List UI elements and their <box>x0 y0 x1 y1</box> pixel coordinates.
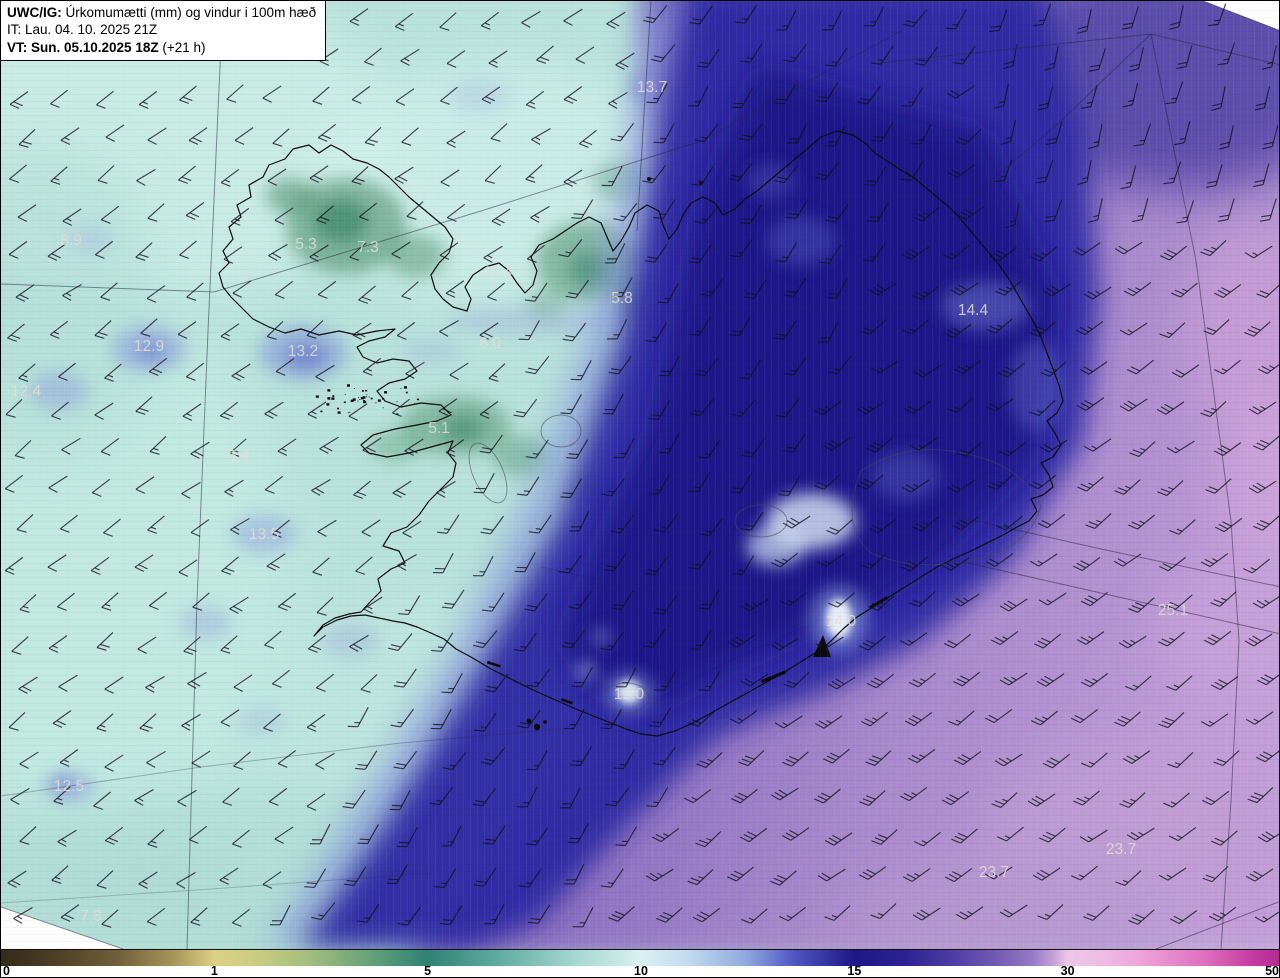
valid-time-main: VT: Sun. 05.10.2025 18Z <box>7 39 159 55</box>
precip-value: 11.4 <box>483 264 512 281</box>
colorbar-tick: 30 <box>1060 964 1075 978</box>
precip-colorbar: 0 1 5 10 15 30 50 <box>1 949 1279 978</box>
precip-value: 12.4 <box>11 383 42 400</box>
colorbar-tick: 50 <box>1265 964 1279 978</box>
precip-value: 23.7 <box>1106 841 1136 858</box>
map-area: 13.7 8.9 5.3 7.3 11.4 5.8 14.4 12.9 13.2 6.0 12.4 5… <box>1 1 1279 949</box>
precip-value: 12.0 <box>614 686 645 703</box>
precip-value: 25.1 <box>1158 602 1188 619</box>
model-id: UWC/IG: <box>7 5 62 20</box>
valid-time: VT: Sun. 05.10.2025 18Z (+21 h) <box>7 39 316 56</box>
precip-value: 5.3 <box>295 236 317 253</box>
precipitation-wind-map: 13.7 8.9 5.3 7.3 11.4 5.8 14.4 12.9 13.2 6.0 12.4 5… <box>1 1 1279 949</box>
precip-value: 6.0 <box>479 335 501 352</box>
title-box: UWC/IG: Úrkomumætti (mm) og vindur i 100… <box>1 1 327 61</box>
colorbar-tick: 5 <box>424 964 432 978</box>
chart-subtitle: Úrkomumætti (mm) og vindur i 100m hæð <box>65 5 317 20</box>
precip-value: 13.2 <box>288 343 318 360</box>
precip-value: 23.7 <box>979 864 1009 881</box>
precip-value: 13.5 <box>249 526 279 543</box>
colorbar-tick: 1 <box>210 964 218 978</box>
precip-value: 7.3 <box>357 239 379 256</box>
weather-chart: 13.7 8.9 5.3 7.3 11.4 5.8 14.4 12.9 13.2 6.0 12.4 5… <box>0 0 1280 978</box>
init-time: IT: Lau. 04. 10. 2025 21Z <box>7 22 158 38</box>
precip-value: 5.8 <box>611 290 633 307</box>
precip-field <box>1 1 1279 949</box>
precip-value: 12.9 <box>134 338 164 355</box>
precip-value: 5.4 <box>228 448 250 465</box>
precip-value: 13.7 <box>637 79 667 96</box>
valid-time-offset: (+21 h) <box>162 39 206 55</box>
precip-value: 12.5 <box>54 778 84 795</box>
precip-value: 8.9 <box>60 232 82 249</box>
colorbar-tick: 15 <box>847 964 862 978</box>
colorbar-tick: 10 <box>634 964 648 978</box>
precip-value: 7.8 <box>80 908 102 925</box>
precip-value: 5.1 <box>428 420 450 437</box>
precip-value: 14.4 <box>958 302 989 319</box>
colorbar-tick: 0 <box>3 964 10 978</box>
precip-value: 14.0 <box>826 613 857 630</box>
colorbar-tick-labels: 0 1 5 10 15 30 50 <box>1 964 1279 978</box>
title-line-1: UWC/IG: Úrkomumætti (mm) og vindur i 100… <box>7 4 316 21</box>
